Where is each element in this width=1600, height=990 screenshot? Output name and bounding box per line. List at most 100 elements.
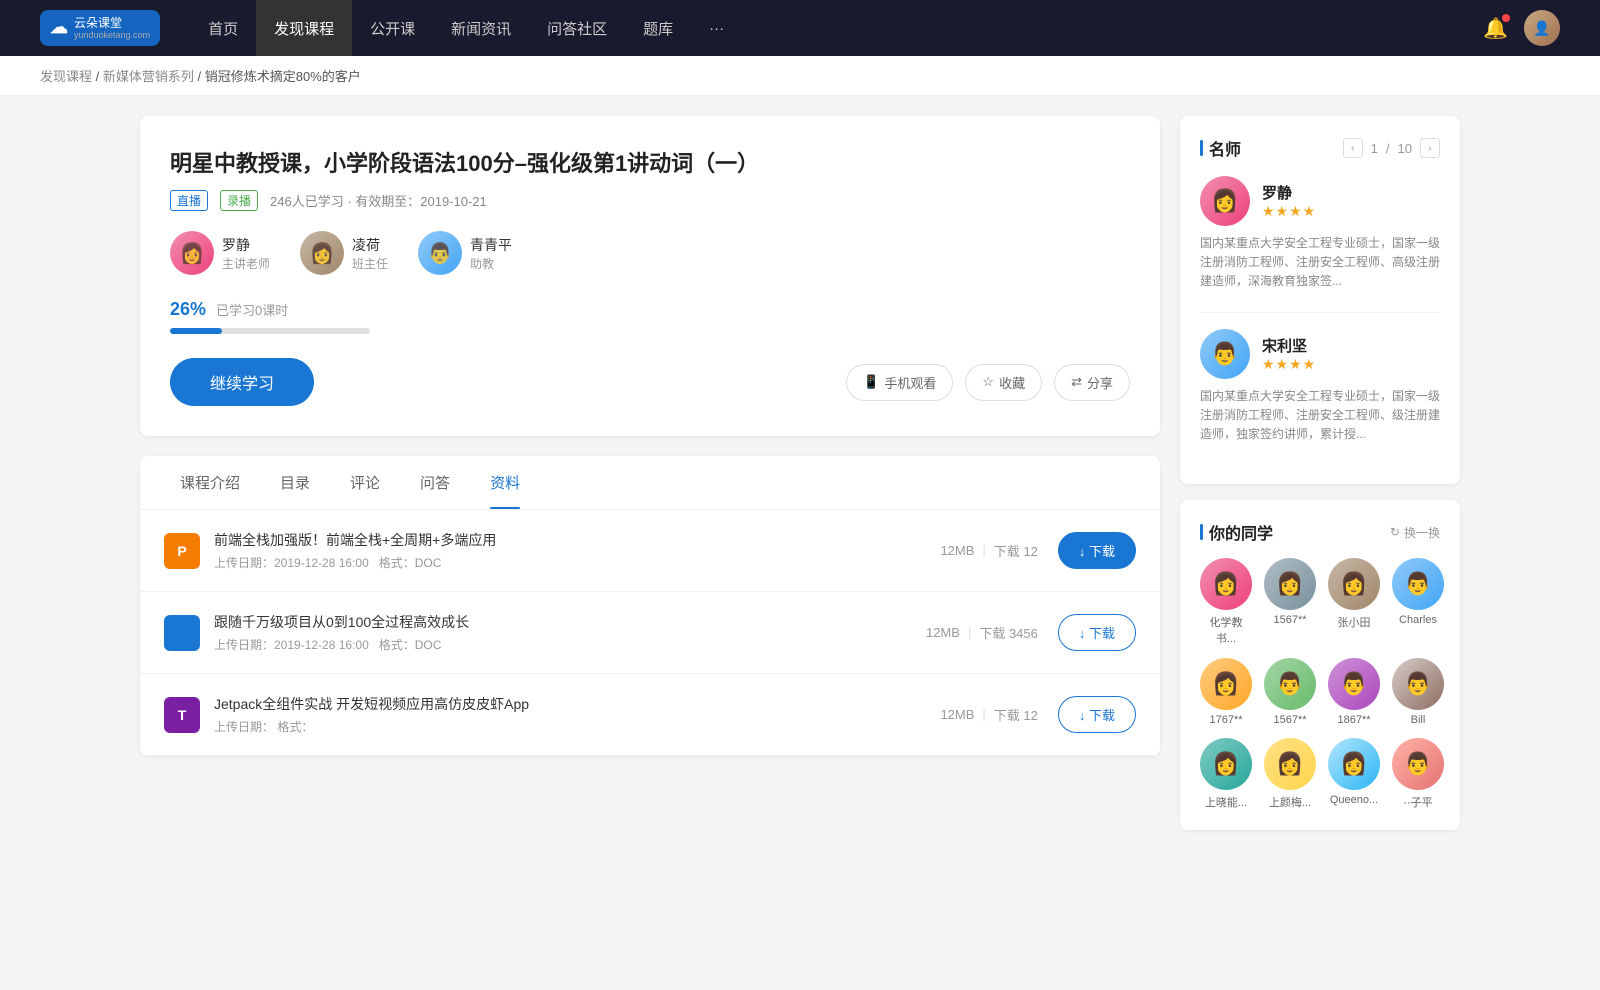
mobile-view-button[interactable]: 📱 手机观看	[846, 364, 953, 401]
mobile-icon: 📱	[863, 374, 879, 390]
classmate-avatar-3: 👨	[1392, 558, 1444, 610]
teachers-panel: 名师 ‹ 1 / 10 › 👩 罗静 ★★★★	[1180, 116, 1460, 484]
classmate-name-11: ··子平	[1403, 794, 1432, 810]
action-buttons: 📱 手机观看 ☆ 收藏 ⇄ 分享	[846, 364, 1130, 401]
teacher-divider	[1200, 312, 1440, 313]
classmate-7: 👨 Bill	[1392, 658, 1444, 726]
collect-button[interactable]: ☆ 收藏	[965, 364, 1042, 401]
notification-dot	[1502, 14, 1510, 22]
navbar: ☁ 云朵课堂 yunduoketang.com 首页 发现课程 公开课 新闻资讯…	[0, 0, 1600, 56]
nav-item-news[interactable]: 新闻资讯	[433, 0, 529, 56]
instructor-name-2: 青青平	[470, 235, 512, 255]
left-panel: 明星中教授课，小学阶段语法100分–强化级第1讲动词（一） 直播 录播 246人…	[140, 116, 1160, 846]
instructor-role-1: 班主任	[352, 255, 388, 272]
tag-live: 直播	[170, 190, 208, 211]
classmate-2: 👩 张小田	[1328, 558, 1380, 646]
classmate-avatar-1: 👩	[1264, 558, 1316, 610]
nav-items: 首页 发现课程 公开课 新闻资讯 问答社区 题库 ···	[190, 0, 1483, 56]
breadcrumb-sep-2: /	[198, 69, 205, 84]
nav-item-qa[interactable]: 问答社区	[529, 0, 625, 56]
classmate-5: 👨 1567**	[1264, 658, 1316, 726]
nav-item-discover[interactable]: 发现课程	[256, 0, 352, 56]
download-button-1[interactable]: ↓ 下载	[1058, 614, 1136, 651]
instructor-avatar-0: 👩	[170, 231, 214, 275]
teachers-panel-nav: ‹ 1 / 10 ›	[1343, 138, 1440, 158]
tab-material[interactable]: 资料	[470, 456, 540, 509]
classmate-name-7: Bill	[1411, 714, 1426, 726]
breadcrumb-link-1[interactable]: 发现课程	[40, 69, 92, 84]
classmate-name-0: 化学教书...	[1200, 614, 1252, 646]
teacher-desc-0: 国内某重点大学安全工程专业硕士，国家一级注册消防工程师、注册安全工程师、高级注册…	[1200, 234, 1440, 292]
teacher-name-1: 宋利坚	[1262, 335, 1316, 356]
teacher-item-1: 👨 宋利坚 ★★★★ 国内某重点大学安全工程专业硕士，国家一级注册消防工程师、注…	[1200, 329, 1440, 445]
tab-catalog[interactable]: 目录	[260, 456, 330, 509]
progress-bar-fill	[170, 328, 222, 334]
teacher-stars-0: ★★★★	[1262, 203, 1316, 220]
classmate-name-2: 张小田	[1338, 614, 1371, 630]
teacher-desc-1: 国内某重点大学安全工程专业硕士，国家一级注册消防工程师、注册安全工程师、级注册建…	[1200, 387, 1440, 445]
nav-item-open[interactable]: 公开课	[352, 0, 433, 56]
progress-note: 已学习0课时	[216, 300, 288, 319]
course-card: 明星中教授课，小学阶段语法100分–强化级第1讲动词（一） 直播 录播 246人…	[140, 116, 1160, 436]
refresh-classmates-button[interactable]: ↻ 换一换	[1390, 524, 1440, 541]
instructor-0: 👩 罗静 主讲老师	[170, 231, 270, 275]
classmate-9: 👩 上颜梅...	[1264, 738, 1316, 810]
nav-right: 🔔 👤	[1483, 10, 1560, 46]
classmate-avatar-7: 👨	[1392, 658, 1444, 710]
user-avatar-nav[interactable]: 👤	[1524, 10, 1560, 46]
teachers-next-button[interactable]: ›	[1420, 138, 1440, 158]
classmates-panel-title: 你的同学	[1200, 520, 1273, 544]
tab-qa[interactable]: 问答	[400, 456, 470, 509]
classmate-avatar-10: 👩	[1328, 738, 1380, 790]
file-meta-2: 上传日期： 格式：	[214, 718, 940, 735]
file-item-0: P 前端全栈加强版！前端全栈+全周期+多端应用 上传日期：2019-12-28 …	[140, 510, 1160, 592]
teacher-info-1: 宋利坚 ★★★★	[1262, 335, 1316, 373]
classmate-avatar-5: 👨	[1264, 658, 1316, 710]
teachers-prev-button[interactable]: ‹	[1343, 138, 1363, 158]
nav-item-home[interactable]: 首页	[190, 0, 256, 56]
classmate-name-8: 上晓能...	[1205, 794, 1247, 810]
logo[interactable]: ☁ 云朵课堂 yunduoketang.com	[40, 10, 160, 46]
breadcrumb-sep-1: /	[96, 69, 103, 84]
nav-item-quiz[interactable]: 题库	[625, 0, 691, 56]
bell-icon[interactable]: 🔔	[1483, 16, 1508, 41]
breadcrumb-current: 销冠修炼术摘定80%的客户	[205, 69, 361, 84]
classmate-0: 👩 化学教书...	[1200, 558, 1252, 646]
progress-percent: 26%	[170, 299, 206, 320]
file-title-0: 前端全栈加强版！前端全栈+全周期+多端应用	[214, 530, 940, 550]
breadcrumb-link-2[interactable]: 新媒体营销系列	[103, 69, 194, 84]
classmate-10: 👩 Queeno...	[1328, 738, 1380, 810]
classmate-name-6: 1867**	[1337, 714, 1370, 726]
instructor-1: 👩 凌荷 班主任	[300, 231, 388, 275]
instructor-2: 👨 青青平 助教	[418, 231, 512, 275]
classmate-1: 👩 1567**	[1264, 558, 1316, 646]
classmate-name-9: 上颜梅...	[1269, 794, 1311, 810]
teachers-page-sep: /	[1386, 141, 1390, 156]
instructor-role-0: 主讲老师	[222, 255, 270, 272]
classmate-name-5: 1567**	[1273, 714, 1306, 726]
file-icon-0: P	[164, 533, 200, 569]
teacher-avatar-0: 👩	[1200, 176, 1250, 226]
teacher-name-0: 罗静	[1262, 182, 1316, 203]
tabs-header: 课程介绍 目录 评论 问答 资料	[140, 456, 1160, 510]
classmate-8: 👩 上晓能...	[1200, 738, 1252, 810]
file-item-1: 👤 跟随千万级项目从0到100全过程高效成长 上传日期：2019-12-28 1…	[140, 592, 1160, 674]
right-panel: 名师 ‹ 1 / 10 › 👩 罗静 ★★★★	[1180, 116, 1460, 846]
download-button-2[interactable]: ↓ 下载	[1058, 696, 1136, 733]
share-button[interactable]: ⇄ 分享	[1054, 364, 1130, 401]
classmate-avatar-9: 👩	[1264, 738, 1316, 790]
classmate-avatar-4: 👩	[1200, 658, 1252, 710]
file-info-1: 跟随千万级项目从0到100全过程高效成长 上传日期：2019-12-28 16:…	[214, 612, 926, 653]
continue-button[interactable]: 继续学习	[170, 358, 314, 406]
classmate-name-1: 1567**	[1273, 614, 1306, 626]
tab-review[interactable]: 评论	[330, 456, 400, 509]
tag-record: 录播	[220, 190, 258, 211]
nav-item-more[interactable]: ···	[691, 0, 742, 56]
teacher-top-1: 👨 宋利坚 ★★★★	[1200, 329, 1440, 379]
classmates-grid: 👩 化学教书... 👩 1567** 👩 张小田 👨 Charles 👩	[1200, 558, 1440, 810]
teacher-avatar-1: 👨	[1200, 329, 1250, 379]
teacher-top-0: 👩 罗静 ★★★★	[1200, 176, 1440, 226]
tab-intro[interactable]: 课程介绍	[160, 456, 260, 509]
classmate-6: 👨 1867**	[1328, 658, 1380, 726]
download-button-0[interactable]: ↓ 下载	[1058, 532, 1136, 569]
